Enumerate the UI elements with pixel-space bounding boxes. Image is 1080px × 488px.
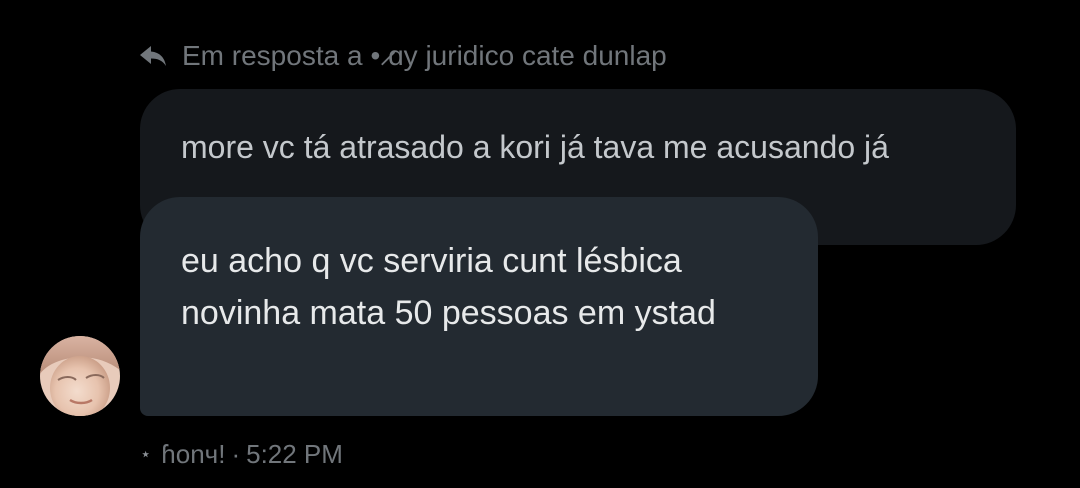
message-time: 5:22 PM [246, 438, 343, 469]
reply-arrow-icon [138, 41, 168, 71]
reply-username[interactable]: • ̷ɑy juridico cate dunlap [371, 40, 667, 72]
avatar[interactable] [40, 336, 120, 416]
message-bubble[interactable]: eu acho q vc serviria cunt lésbica novin… [140, 197, 818, 416]
meta-separator: · [231, 438, 241, 469]
reply-label: Em resposta a • ̷ɑy juridico cate dunlap [182, 40, 667, 72]
user-avatar-photo-icon [40, 336, 120, 416]
reply-prefix: Em resposta a [182, 40, 363, 71]
reply-context[interactable]: Em resposta a • ̷ɑy juridico cate dunlap [138, 36, 667, 76]
message-meta: ⋆ ɦonч! · 5:22 PM [140, 437, 343, 471]
message-text: eu acho q vc serviria cunt lésbica novin… [181, 242, 716, 332]
star-icon: ⋆ [140, 443, 152, 464]
sender-name[interactable]: ɦonч! [161, 439, 225, 470]
quoted-message-text: more vc tá atrasado a kori já tava me ac… [181, 129, 889, 165]
